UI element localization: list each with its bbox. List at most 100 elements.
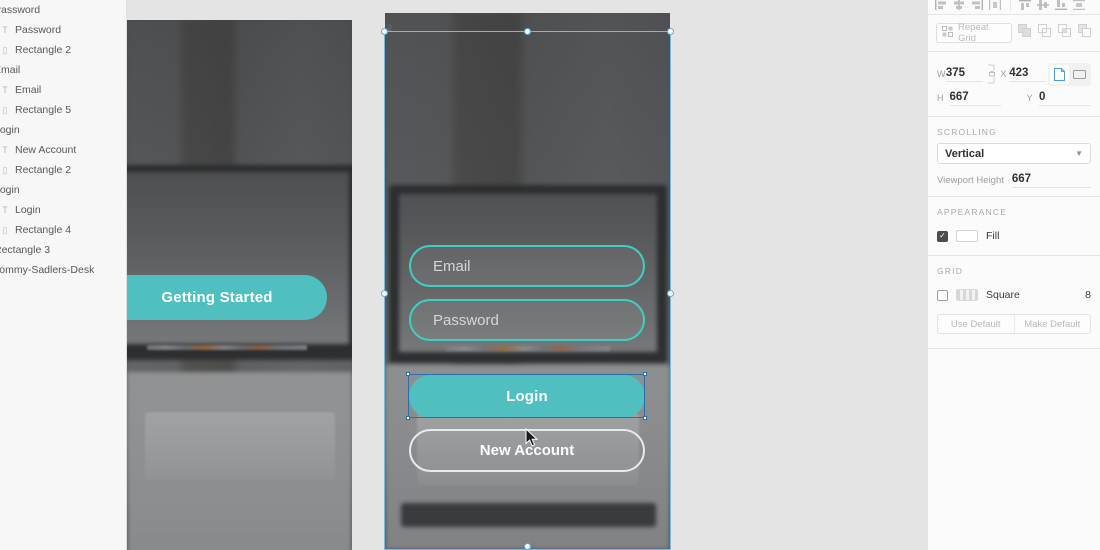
new-account-button[interactable]: New Account bbox=[409, 429, 645, 472]
selection-handle-bottom-center[interactable] bbox=[524, 543, 531, 550]
layer-row[interactable]: T Login bbox=[0, 200, 126, 220]
dimensions-row-top[interactable]: W 375 X 423 bbox=[937, 62, 1091, 86]
align-right-icon[interactable] bbox=[970, 0, 985, 12]
selection-handle-mid-right[interactable] bbox=[667, 290, 674, 297]
layer-name: Rectangle 3 bbox=[0, 244, 51, 256]
viewport-height-label: Viewport Height bbox=[937, 175, 1004, 186]
selection-handle-top-right[interactable] bbox=[667, 28, 674, 35]
grid-section-title: GRID bbox=[937, 266, 964, 276]
properties-panel[interactable]: Repeat Grid W 375 X 423 H 667 Y 0 SCROLL… bbox=[927, 0, 1100, 550]
fill-row[interactable]: Fill bbox=[928, 223, 1100, 249]
repeat-grid-icon bbox=[942, 26, 953, 40]
grid-square-row[interactable]: Square 8 bbox=[928, 282, 1100, 308]
layer-row[interactable]: ▯ Rectangle 2 bbox=[0, 160, 126, 180]
y-input[interactable]: 0 bbox=[1039, 91, 1091, 106]
layer-row[interactable]: Login bbox=[0, 120, 126, 140]
layer-row[interactable]: T Password bbox=[0, 20, 126, 40]
boolean-exclude-icon[interactable] bbox=[1078, 23, 1092, 43]
grid-square-label: Square bbox=[986, 289, 1020, 301]
repeat-grid-label: Repeat Grid bbox=[958, 22, 989, 44]
boolean-subtract-icon[interactable] bbox=[1038, 23, 1052, 43]
align-top-icon[interactable] bbox=[1018, 0, 1033, 12]
grid-default-buttons[interactable]: Use Default Make Default bbox=[937, 314, 1091, 334]
boolean-intersect-icon[interactable] bbox=[1058, 23, 1072, 43]
repeat-grid-row[interactable]: Repeat Grid bbox=[928, 15, 1100, 51]
viewport-height-row[interactable]: Viewport Height 667 bbox=[928, 164, 1100, 196]
make-default-button[interactable]: Make Default bbox=[1013, 315, 1090, 333]
password-field[interactable]: Password bbox=[409, 299, 645, 341]
distribute-vertical-icon[interactable] bbox=[1072, 0, 1087, 12]
layer-item-icon: T bbox=[2, 205, 8, 215]
dimensions-block[interactable]: W 375 X 423 H 667 Y 0 bbox=[928, 52, 1100, 116]
dimensions-row-bottom[interactable]: H 667 Y 0 bbox=[937, 86, 1091, 110]
align-middle-icon[interactable] bbox=[1036, 0, 1051, 12]
layer-row[interactable]: ▯ Rectangle 4 bbox=[0, 220, 126, 240]
layer-row[interactable]: ▯ Rectangle 5 bbox=[0, 100, 126, 120]
fill-color-swatch[interactable] bbox=[956, 230, 978, 242]
layer-row[interactable]: ▯ Rectangle 2 bbox=[0, 40, 126, 60]
height-label: H bbox=[937, 93, 944, 103]
artboard-landscape-icon[interactable] bbox=[1070, 65, 1089, 84]
design-canvas[interactable]: Getting Started Email Password Login New… bbox=[127, 0, 927, 550]
xd-app-window: Password T Password ▯ Rectangle 2 Email T Email… bbox=[0, 0, 1100, 550]
layer-item-icon: T bbox=[2, 145, 8, 155]
artboard-shape-toggles[interactable] bbox=[1048, 62, 1091, 86]
artboard-left[interactable]: Getting Started bbox=[127, 20, 352, 550]
scrolling-select[interactable]: Vertical ▼ bbox=[937, 143, 1091, 164]
distribute-horizontal-icon[interactable] bbox=[988, 0, 1003, 12]
align-toolbar[interactable] bbox=[928, 0, 1100, 14]
object-handle-bottom-left[interactable] bbox=[406, 416, 410, 420]
object-handle-top-left[interactable] bbox=[406, 372, 410, 376]
repeat-grid-button[interactable]: Repeat Grid bbox=[936, 22, 1012, 44]
grid-square-checkbox[interactable] bbox=[937, 289, 948, 301]
width-input[interactable]: 375 bbox=[945, 67, 983, 82]
layers-panel[interactable]: Password T Password ▯ Rectangle 2 Email T Email… bbox=[0, 0, 127, 550]
align-left-icon[interactable] bbox=[934, 0, 949, 12]
layer-row[interactable]: T Email bbox=[0, 80, 126, 100]
artboard-selected[interactable]: Email Password Login New Account bbox=[385, 13, 670, 550]
grid-square-size-input[interactable]: 8 bbox=[1085, 289, 1091, 301]
fill-label: Fill bbox=[986, 230, 1000, 242]
selection-handle-top-left[interactable] bbox=[381, 28, 388, 35]
artboard-portrait-icon[interactable] bbox=[1050, 64, 1069, 84]
login-button[interactable]: Login bbox=[409, 375, 645, 418]
fill-checkbox[interactable] bbox=[937, 230, 948, 242]
layers-list[interactable]: Password T Password ▯ Rectangle 2 Email T Email… bbox=[0, 0, 126, 280]
layer-row[interactable]: Email bbox=[0, 60, 126, 80]
y-label: Y bbox=[1026, 93, 1033, 103]
password-placeholder-text: Password bbox=[433, 311, 499, 329]
selection-handle-top-center[interactable] bbox=[524, 28, 531, 35]
layer-name: Rectangle 2 bbox=[15, 44, 72, 56]
layer-item-icon: ▯ bbox=[2, 104, 8, 115]
layer-item-icon: ▯ bbox=[2, 44, 8, 55]
layer-row[interactable]: T New Account bbox=[0, 140, 126, 160]
email-placeholder-text: Email bbox=[433, 257, 471, 275]
layer-item-icon: T bbox=[2, 85, 8, 95]
getting-started-label: Getting Started bbox=[161, 289, 273, 306]
layer-name: Tommy-Sadlers-Desk bbox=[0, 264, 95, 276]
use-default-button[interactable]: Use Default bbox=[938, 315, 1014, 333]
x-input[interactable]: 423 bbox=[1009, 67, 1046, 82]
width-label: W bbox=[937, 69, 946, 79]
object-handle-top-right[interactable] bbox=[643, 372, 647, 376]
layer-item-icon: ▯ bbox=[2, 224, 8, 235]
object-handle-bottom-right[interactable] bbox=[643, 416, 647, 420]
height-input[interactable]: 667 bbox=[949, 91, 1002, 106]
align-center-horizontal-icon[interactable] bbox=[952, 0, 967, 12]
viewport-height-input[interactable]: 667 bbox=[1011, 173, 1091, 188]
layer-row[interactable]: Login bbox=[0, 180, 126, 200]
layer-name: Rectangle 2 bbox=[15, 164, 72, 176]
selection-handle-mid-left[interactable] bbox=[381, 290, 388, 297]
layer-row[interactable]: Tommy-Sadlers-Desk bbox=[0, 260, 126, 280]
align-bottom-icon[interactable] bbox=[1054, 0, 1069, 12]
boolean-add-icon[interactable] bbox=[1018, 23, 1032, 43]
getting-started-button[interactable]: Getting Started bbox=[127, 275, 327, 320]
layer-name: Rectangle 5 bbox=[15, 104, 72, 116]
email-field[interactable]: Email bbox=[409, 245, 645, 287]
lock-aspect-icon[interactable] bbox=[983, 63, 1001, 85]
grid-pattern-icon[interactable] bbox=[956, 289, 978, 301]
layer-row[interactable]: Password bbox=[0, 0, 126, 20]
layer-row[interactable]: Rectangle 3 bbox=[0, 240, 126, 260]
login-button-label: Login bbox=[506, 388, 548, 405]
layer-name: Password bbox=[15, 24, 62, 36]
